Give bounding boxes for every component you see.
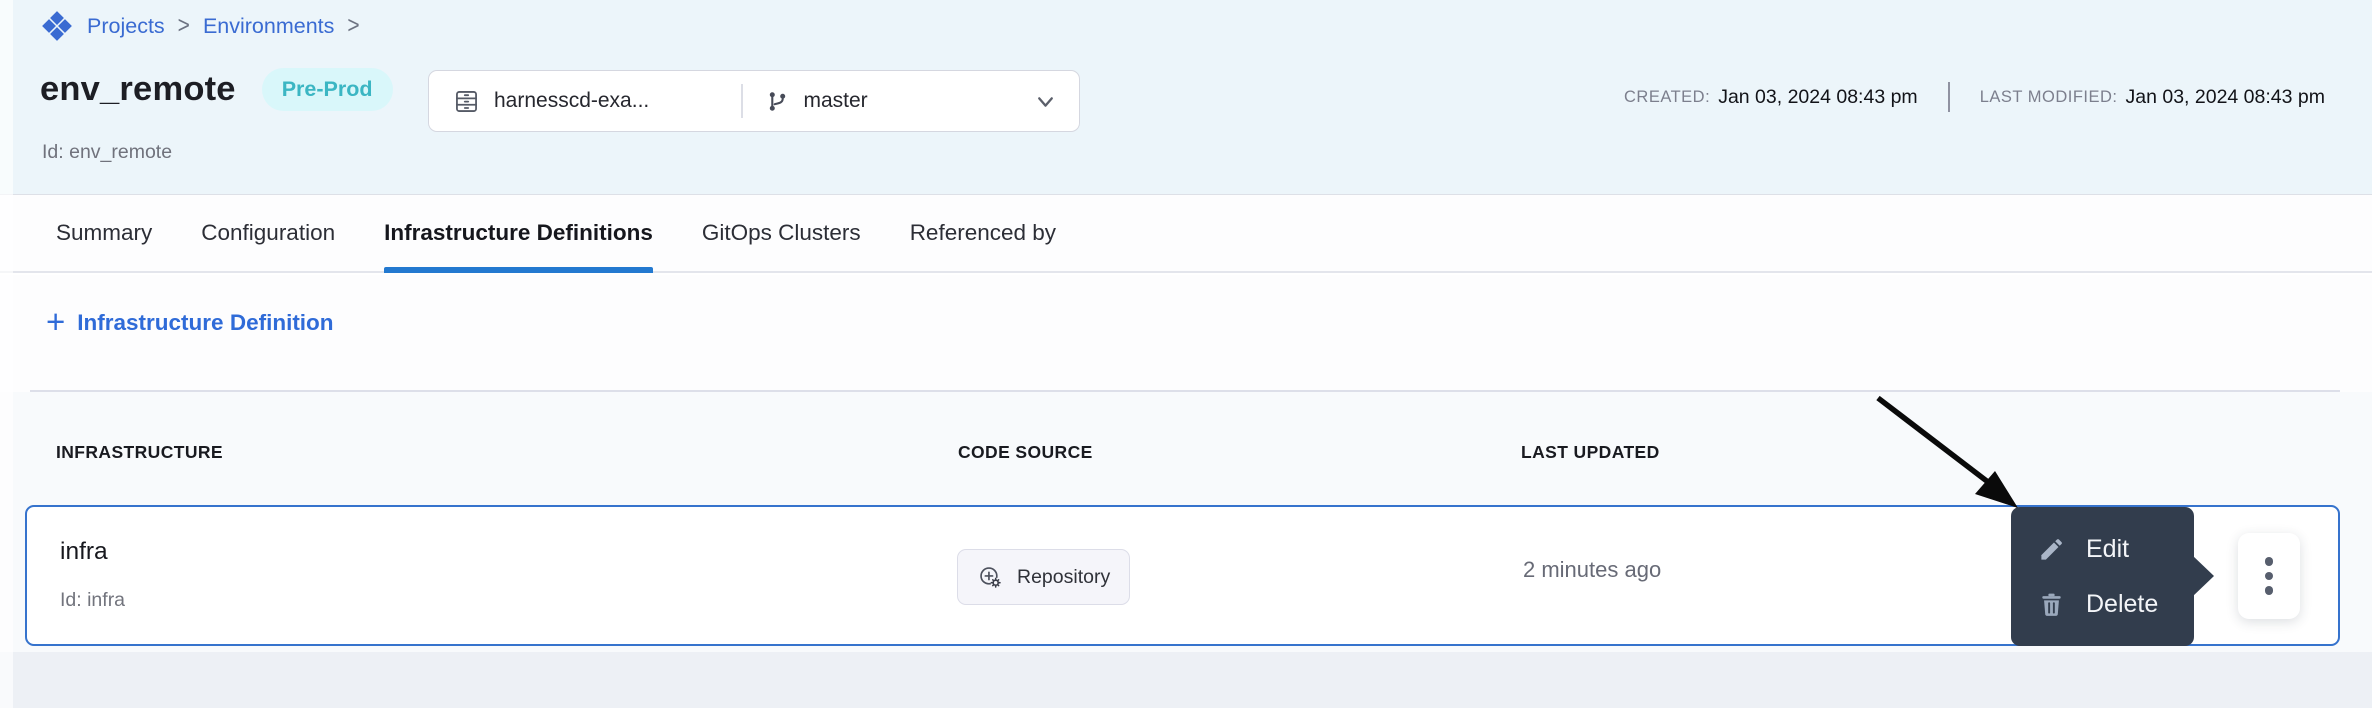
breadcrumb-separator: > — [178, 12, 190, 40]
menu-caret — [2192, 555, 2214, 597]
row-options-button[interactable] — [2238, 533, 2300, 619]
env-id-text: Id: env_remote — [42, 141, 172, 164]
repository-name: harnesscd-exa... — [494, 89, 649, 113]
title-row: env_remote Pre-Prod — [40, 68, 393, 111]
infrastructure-id: Id: infra — [60, 589, 125, 612]
breadcrumb: Projects > Environments > — [40, 9, 360, 43]
breadcrumb-separator: > — [347, 12, 359, 40]
column-header-code-source: CODE SOURCE — [958, 442, 1093, 463]
menu-item-label: Delete — [2086, 590, 2158, 619]
tab-infrastructure-definitions[interactable]: Infrastructure Definitions — [384, 195, 653, 271]
tab-label: Summary — [56, 220, 152, 246]
modified-value: Jan 03, 2024 08:43 pm — [2126, 86, 2326, 109]
meta-divider — [1948, 82, 1950, 112]
infrastructure-name: infra — [60, 538, 108, 566]
tab-bar: Summary Configuration Infrastructure Def… — [0, 194, 2372, 273]
tab-label: Referenced by — [910, 220, 1056, 246]
tab-label: Configuration — [201, 220, 335, 246]
tab-gitops-clusters[interactable]: GitOps Clusters — [702, 195, 861, 271]
tab-label: GitOps Clusters — [702, 220, 861, 246]
tab-configuration[interactable]: Configuration — [201, 195, 335, 271]
kebab-dot — [2265, 572, 2274, 581]
toolbar: + Infrastructure Definition — [0, 275, 2372, 392]
page-bottom-strip — [0, 652, 2372, 708]
column-header-last-updated: LAST UPDATED — [1521, 442, 1660, 463]
code-source-label: Repository — [1017, 566, 1110, 589]
breadcrumb-environments[interactable]: Environments — [203, 14, 334, 39]
add-button-label: Infrastructure Definition — [77, 310, 333, 336]
chevron-down-icon[interactable] — [1034, 90, 1057, 113]
created-value: Jan 03, 2024 08:43 pm — [1718, 86, 1918, 109]
active-tab-underline — [384, 267, 653, 273]
branch-name: master — [804, 89, 868, 113]
repository-source-icon — [977, 564, 1004, 591]
tab-label: Infrastructure Definitions — [384, 220, 653, 246]
created-label: CREATED: — [1624, 88, 1710, 107]
menu-item-label: Edit — [2086, 535, 2129, 564]
meta-timestamps: CREATED: Jan 03, 2024 08:43 pm LAST MODI… — [1624, 82, 2325, 112]
repository-selector[interactable]: harnesscd-exa... — [429, 71, 741, 131]
branch-selector[interactable]: master — [743, 71, 1080, 131]
row-context-menu: Edit Delete — [2011, 507, 2194, 646]
kebab-dot — [2265, 586, 2274, 595]
left-edge-strip — [0, 0, 13, 708]
git-context-selector: harnesscd-exa... master — [428, 70, 1080, 132]
environment-detail-page: Projects > Environments > env_remote Pre… — [0, 0, 2372, 708]
kebab-dot — [2265, 557, 2274, 566]
add-infrastructure-definition-button[interactable]: + Infrastructure Definition — [46, 305, 334, 341]
breadcrumb-projects[interactable]: Projects — [87, 14, 165, 39]
plus-icon: + — [46, 305, 65, 341]
column-header-infrastructure: INFRASTRUCTURE — [56, 442, 223, 463]
menu-item-edit[interactable]: Edit — [2011, 525, 2194, 574]
projects-logo-icon[interactable] — [40, 9, 74, 43]
modified-label: LAST MODIFIED: — [1980, 88, 2118, 107]
code-source-badge: Repository — [957, 549, 1130, 605]
repository-icon — [453, 88, 480, 115]
trash-icon — [2038, 591, 2065, 618]
tab-summary[interactable]: Summary — [56, 195, 152, 271]
last-updated-value: 2 minutes ago — [1523, 557, 1661, 583]
menu-item-delete[interactable]: Delete — [2011, 580, 2194, 629]
pencil-icon — [2038, 536, 2065, 563]
page-title: env_remote — [40, 70, 236, 109]
git-branch-icon — [765, 89, 790, 114]
table-row[interactable]: infra Id: infra — [25, 505, 2340, 646]
env-type-badge: Pre-Prod — [262, 68, 393, 111]
page-header: Projects > Environments > env_remote Pre… — [0, 0, 2372, 194]
tab-referenced-by[interactable]: Referenced by — [910, 195, 1056, 271]
